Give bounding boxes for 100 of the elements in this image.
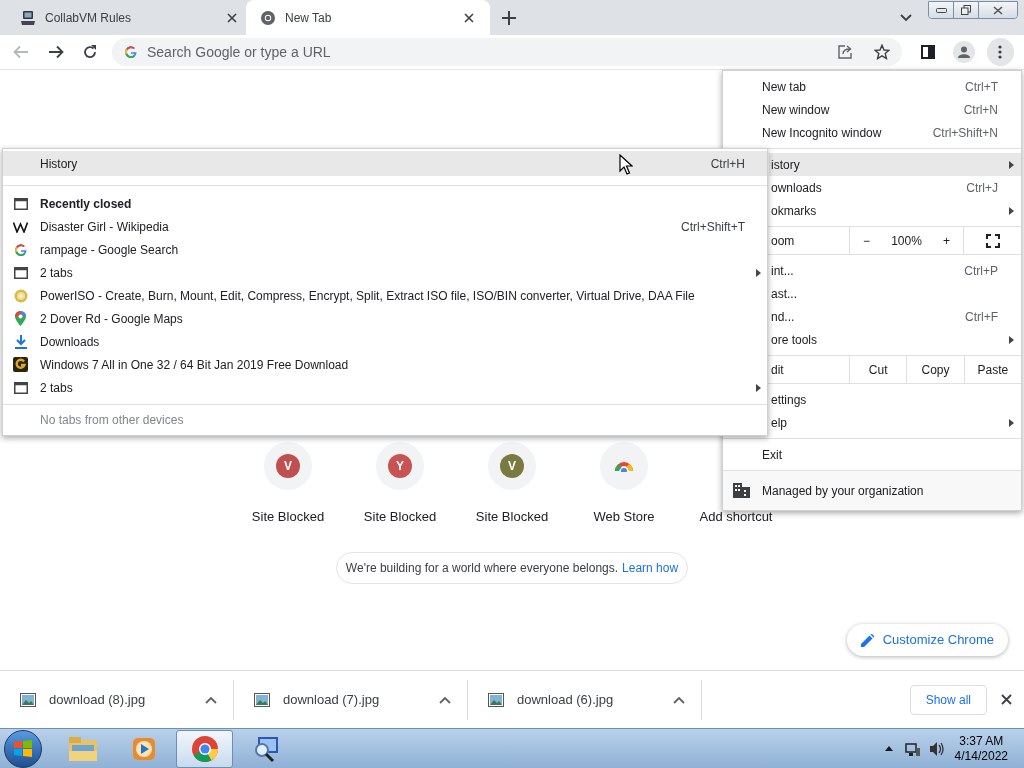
taskbar-button[interactable] — [176, 729, 233, 768]
menu-item[interactable]: rampage - Google Search — [3, 238, 767, 261]
menu-item[interactable]: ore tools — [769, 328, 1021, 351]
menu-item[interactable]: New Incognito window Ctrl+Shift+N — [723, 121, 1021, 144]
customize-button[interactable]: Customize Chrome — [846, 624, 1008, 656]
submenu-arrow-icon — [756, 268, 761, 277]
menu-item[interactable]: History Ctrl+H — [3, 151, 767, 176]
map-pin-icon — [15, 311, 26, 326]
shortcut-text: Ctrl+N — [963, 101, 998, 119]
menu-item[interactable]: Windows 7 All in One 32 / 64 Bit Jan 2019 Free Download — [3, 353, 767, 376]
pencil-icon — [860, 633, 874, 647]
minimize-button[interactable] — [929, 2, 954, 18]
shortcut-text: Ctrl+P — [964, 262, 998, 280]
managed-item[interactable]: Managed by your organization — [723, 470, 1021, 510]
building-icon — [733, 483, 750, 498]
wikipedia-w-icon — [13, 220, 28, 233]
edit-button[interactable]: Copy — [906, 356, 964, 383]
shortcut-label[interactable]: Site Blocked — [475, 507, 549, 527]
shortcut-tile[interactable]: Y — [376, 442, 424, 490]
shortcut-text: Ctrl+Shift+N — [932, 124, 998, 142]
shortcut-label[interactable]: Add shortcut — [699, 507, 773, 527]
new-tab-icon[interactable] — [502, 10, 516, 25]
download-icon — [14, 334, 27, 349]
menu-item[interactable]: ettings — [769, 388, 1021, 411]
menu-item[interactable]: New tab Ctrl+T — [723, 75, 1021, 98]
image-file-icon — [488, 692, 504, 707]
download-item[interactable]: download (8).jpg — [49, 689, 192, 710]
media-player-icon — [130, 735, 157, 762]
edit-button[interactable]: Paste — [963, 356, 1021, 383]
person-icon — [957, 46, 970, 58]
menu-item[interactable]: Recently closed — [3, 192, 767, 215]
learn-how-link[interactable]: Learn how — [622, 558, 679, 577]
shortcut-tile[interactable] — [600, 442, 648, 490]
google-icon — [13, 242, 28, 257]
menu-item[interactable]: Exit — [723, 443, 1021, 466]
address-bar[interactable]: Search Google or type a URL — [112, 38, 903, 66]
menu-item[interactable]: 2 tabs — [3, 261, 767, 284]
edit-button[interactable]: Cut — [849, 356, 907, 383]
menu-item[interactable]: oom — [769, 227, 849, 254]
clock[interactable]: 3:37 AM 4/14/2022 — [954, 733, 1008, 764]
volume-icon[interactable] — [928, 740, 945, 757]
reload-icon[interactable] — [82, 44, 98, 60]
forward-icon[interactable] — [48, 45, 64, 59]
menu-item[interactable]: 2 Dover Rd - Google Maps — [3, 307, 767, 330]
menu-item[interactable]: dit — [769, 356, 849, 383]
cursor-icon — [619, 154, 633, 175]
menu-item[interactable]: nd... Ctrl+F — [769, 305, 1021, 328]
side-panel-icon[interactable] — [921, 45, 936, 59]
shortcut-text: Ctrl+H — [710, 155, 745, 173]
browser-icon — [190, 734, 219, 763]
menu-item[interactable]: elp — [769, 411, 1021, 434]
shortcut-text: Ctrl+J — [966, 179, 998, 197]
menu-item[interactable]: int... Ctrl+P — [769, 259, 1021, 282]
window-icon — [13, 197, 28, 210]
letter-icon: Y — [388, 454, 412, 478]
caret-up-icon[interactable] — [673, 695, 685, 704]
restore-button[interactable] — [954, 2, 979, 18]
zoom-out-button[interactable]: − — [863, 231, 870, 250]
shortcut-tile[interactable]: V — [264, 442, 312, 490]
start-button[interactable] — [4, 729, 42, 768]
close-icon — [993, 5, 1003, 15]
tray-expand-icon[interactable] — [884, 746, 893, 751]
share-icon[interactable] — [837, 44, 854, 60]
shortcut-label[interactable]: Site Blocked — [251, 507, 325, 527]
clock-time: 3:37 AM — [959, 733, 1004, 749]
menu-item[interactable]: PowerISO - Create, Burn, Mount, Edit, Compress, Encrypt, Split, Extract ISO file, ISO/BIN converter, Virtual Drive, DAA File — [3, 284, 767, 307]
menu-item[interactable]: New window Ctrl+N — [723, 98, 1021, 121]
chevron-down-icon[interactable] — [900, 13, 912, 22]
shortcut-text: Ctrl+F — [965, 308, 998, 326]
menu-item[interactable]: Downloads — [3, 330, 767, 353]
download-item[interactable]: download (7).jpg — [283, 689, 426, 710]
network-icon[interactable] — [904, 740, 921, 757]
tab-close-icon[interactable] — [227, 12, 237, 23]
shortcut-label[interactable]: Web Store — [593, 507, 655, 527]
submenu-arrow-icon — [756, 383, 761, 392]
close-icon[interactable] — [1001, 694, 1012, 705]
tab[interactable]: New Tab — [246, 0, 490, 35]
download-item[interactable]: download (6).jpg — [517, 689, 660, 710]
folder-icon — [67, 735, 98, 762]
menu-button[interactable] — [986, 38, 1014, 66]
menu-item[interactable]: ownloads Ctrl+J — [769, 176, 1021, 199]
tab-close-icon[interactable] — [464, 12, 474, 23]
profile-button[interactable] — [953, 41, 975, 63]
show-all-button[interactable]: Show all — [909, 684, 987, 715]
caret-up-icon[interactable] — [439, 695, 451, 704]
menu-item[interactable]: istory — [769, 153, 1021, 176]
restore-icon — [961, 5, 971, 15]
menu-item[interactable]: okmarks — [769, 199, 1021, 222]
zoom-in-button[interactable]: + — [942, 231, 950, 250]
shortcut-label[interactable]: Site Blocked — [363, 507, 437, 527]
menu-item[interactable]: 2 tabs — [3, 376, 767, 399]
menu-item[interactable]: Disaster Girl - Wikipedia Ctrl+Shift+T — [3, 215, 767, 238]
computer-icon — [20, 9, 36, 26]
star-icon[interactable] — [874, 44, 891, 60]
menu-item[interactable]: ast... — [769, 282, 1021, 305]
close-window-button[interactable] — [979, 2, 1017, 18]
tab[interactable]: CollabVM Rules — [8, 0, 246, 35]
shortcut-tile[interactable]: V — [488, 442, 536, 490]
letter-icon: V — [276, 454, 300, 478]
caret-up-icon[interactable] — [205, 695, 217, 704]
